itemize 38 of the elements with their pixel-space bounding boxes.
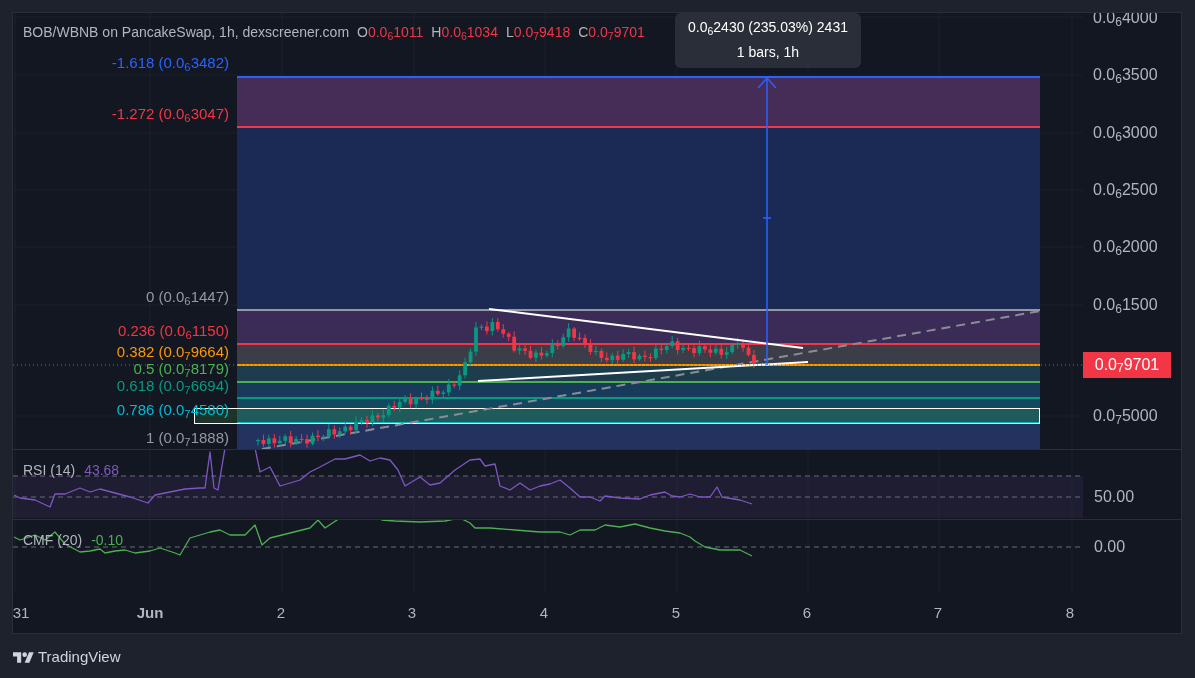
date-label: 2 bbox=[276, 604, 286, 622]
date-label: 4 bbox=[539, 604, 549, 622]
indicator-name: RSI (14) bbox=[23, 462, 76, 478]
price-axis-label: 0.0$_{6}$1500 bbox=[1093, 296, 1158, 314]
price-axis-label: 0.0$_{6}$3000 bbox=[1093, 124, 1158, 142]
symbol-title: BOB/WBNB on PancakeSwap, 1h, dexscreener.com bbox=[23, 24, 350, 40]
date-label: 6 bbox=[802, 604, 812, 622]
date-label: 31 bbox=[13, 604, 30, 622]
date-label: 5 bbox=[671, 604, 681, 622]
tradingview-logo-icon[interactable] bbox=[13, 650, 34, 664]
date-label: 3 bbox=[407, 604, 417, 622]
fib-level-label: 0 (0.0$_{6}$1447) bbox=[146, 289, 229, 305]
ohlc-value: C0.0$_{7}$9701 bbox=[578, 24, 645, 40]
indicator-value: -0.10 bbox=[91, 532, 124, 548]
fib-level-label: 1 (0.0$_{7}$1888) bbox=[146, 430, 229, 446]
fib-level-label: 0.236 (0.0$_{6}$1150) bbox=[117, 323, 229, 339]
measure-change: 0.0$_{6}$2430 (235.03%) 2431 bbox=[688, 19, 848, 35]
fib-level-label: 0.618 (0.0$_{7}$6694) bbox=[116, 378, 229, 394]
indicator-value: 43.68 bbox=[84, 462, 120, 478]
fib-level-label: 0.382 (0.0$_{7}$9664) bbox=[116, 344, 229, 360]
date-label: Jun bbox=[136, 604, 164, 622]
ohlc-value: O0.0$_{6}$1011 bbox=[357, 24, 424, 40]
measure-bars: 1 bars, 1h bbox=[736, 44, 800, 60]
indicator-axis-label: 0.00 bbox=[1094, 538, 1126, 556]
price-axis-label: 0.0$_{6}$3500 bbox=[1093, 66, 1158, 84]
ohlc-value: L0.0$_{7}$9418 bbox=[505, 24, 571, 40]
date-label: 7 bbox=[933, 604, 943, 622]
fib-level-label: -1.272 (0.0$_{6}$3047) bbox=[111, 106, 229, 122]
price-axis-label: 0.0$_{6}$2500 bbox=[1093, 181, 1158, 199]
fib-level-label: -1.618 (0.0$_{6}$3482) bbox=[111, 55, 229, 71]
tradingview-logo-text[interactable]: TradingView bbox=[38, 648, 121, 666]
fib-level-label: 0.5 (0.0$_{7}$8179) bbox=[133, 361, 229, 377]
last-price-label: 0.0$_{7}$9701 bbox=[1083, 352, 1171, 378]
price-axis-label: 0.0$_{6}$2000 bbox=[1093, 238, 1158, 256]
ohlc-value: H0.0$_{6}$1034 bbox=[431, 24, 498, 40]
price-axis-label: 0.0$_{7}$5000 bbox=[1093, 407, 1158, 425]
indicator-axis-label: 50.00 bbox=[1094, 488, 1135, 506]
date-label: 8 bbox=[1065, 604, 1075, 622]
